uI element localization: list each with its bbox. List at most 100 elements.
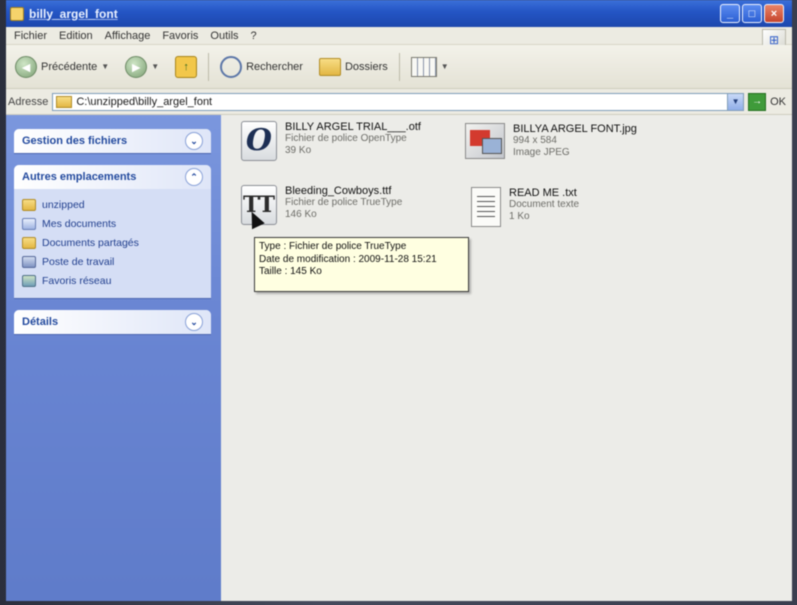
file-size: 1 Ko: [509, 211, 530, 222]
menu-fichier[interactable]: Fichier: [8, 30, 53, 42]
forward-button[interactable]: ► ▼: [120, 53, 164, 81]
details-panel: Détails ⌄: [14, 310, 211, 334]
chevron-down-icon: ▼: [101, 62, 110, 71]
details-header[interactable]: Détails ⌄: [14, 310, 211, 334]
place-poste-de-travail[interactable]: Poste de travail: [22, 252, 201, 271]
chevron-up-icon[interactable]: ⌃: [185, 168, 203, 186]
forward-arrow-icon: ►: [125, 55, 148, 78]
text-document-icon: [471, 187, 501, 227]
menu-help[interactable]: ?: [245, 30, 263, 42]
folder-icon: [56, 95, 73, 108]
computer-icon: [22, 255, 36, 268]
menu-bar: Fichier Edition Affichage Favoris Outils…: [6, 27, 792, 45]
file-type: Fichier de police TrueType: [285, 197, 403, 208]
other-places-header[interactable]: Autres emplacements ⌃: [14, 165, 211, 189]
toolbar: ◄ Précédente ▼ ► ▼ ↑ Rechercher Dossiers…: [6, 45, 792, 89]
search-label: Rechercher: [246, 60, 303, 73]
other-places-title: Autres emplacements: [22, 171, 137, 183]
toolbar-divider: [398, 52, 400, 81]
chevron-down-icon[interactable]: ⌄: [185, 132, 203, 150]
file-type: Document texte: [509, 199, 580, 210]
go-button[interactable]: OK: [766, 96, 792, 108]
file-name: BILLYA ARGEL FONT.jpg: [513, 123, 637, 135]
tooltip-type: Type : Fichier de police TrueType: [259, 241, 407, 252]
file-name: Bleeding_Cowboys.ttf: [285, 185, 392, 197]
file-item[interactable]: READ ME .txt Document texte 1 Ko: [471, 187, 579, 227]
views-button[interactable]: ▼: [406, 54, 454, 80]
folder-up-icon: ↑: [175, 55, 198, 78]
place-label: Mes documents: [42, 217, 117, 230]
opentype-font-icon: O: [241, 121, 277, 161]
place-label: Poste de travail: [42, 255, 115, 268]
place-label: Favoris réseau: [42, 274, 112, 287]
documents-icon: [22, 217, 36, 230]
back-label: Précédente: [41, 60, 98, 73]
file-size: 146 Ko: [285, 209, 317, 220]
menu-outils[interactable]: Outils: [204, 30, 244, 42]
title-bar[interactable]: billy_argel_font _ □ ×: [6, 0, 792, 27]
back-button[interactable]: ◄ Précédente ▼: [10, 53, 114, 81]
file-info: READ ME .txt Document texte 1 Ko: [509, 187, 579, 227]
other-places-list: unzipped Mes documents Documents partagé…: [14, 189, 211, 298]
folders-button[interactable]: Dossiers: [314, 55, 393, 79]
address-path: C:\unzipped\billy_argel_font: [76, 95, 213, 108]
file-info: BILLY ARGEL TRIAL___.otf Fichier de poli…: [285, 121, 421, 161]
file-info: BILLYA ARGEL FONT.jpg 994 x 584 Image JP…: [513, 123, 637, 159]
place-favoris-reseau[interactable]: Favoris réseau: [22, 271, 201, 290]
place-label: Documents partagés: [42, 236, 139, 249]
search-icon: [220, 55, 243, 78]
folders-icon: [318, 57, 341, 76]
file-tooltip: Type : Fichier de police TrueType Date d…: [254, 237, 469, 292]
views-icon: [410, 56, 437, 77]
window-title: billy_argel_font: [29, 6, 118, 21]
tooltip-modified: Date de modification : 2009-11-28 15:21: [259, 253, 437, 265]
chevron-down-icon: ▼: [440, 62, 449, 71]
file-item[interactable]: O BILLY ARGEL TRIAL___.otf Fichier de po…: [241, 121, 421, 161]
address-bar: Adresse C:\unzipped\billy_argel_font ▼ →…: [6, 89, 792, 115]
file-tasks-title: Gestion des fichiers: [22, 135, 128, 147]
explorer-window: billy_argel_font _ □ × Fichier Edition A…: [6, 0, 792, 601]
chevron-down-icon[interactable]: ⌄: [185, 313, 203, 331]
folder-icon: [10, 6, 24, 21]
place-documents-partages[interactable]: Documents partagés: [22, 233, 201, 252]
file-info: Bleeding_Cowboys.ttf Fichier de police T…: [285, 185, 402, 225]
menu-edition[interactable]: Edition: [53, 30, 99, 42]
search-button[interactable]: Rechercher: [215, 53, 308, 81]
address-dropdown-button[interactable]: ▼: [727, 93, 744, 110]
up-button[interactable]: ↑: [170, 53, 202, 81]
menu-affichage[interactable]: Affichage: [99, 30, 157, 42]
folder-icon: [22, 236, 36, 249]
jpeg-image-icon: [465, 123, 505, 159]
folder-icon: [22, 198, 36, 211]
close-button[interactable]: ×: [764, 4, 784, 23]
chevron-down-icon: ▼: [151, 62, 160, 71]
minimize-button[interactable]: _: [720, 4, 740, 23]
tooltip-size: Taille : 145 Ko: [259, 266, 322, 277]
file-size: 39 Ko: [285, 145, 312, 156]
file-item[interactable]: BILLYA ARGEL FONT.jpg 994 x 584 Image JP…: [465, 123, 637, 159]
network-icon: [22, 274, 36, 287]
address-label: Adresse: [8, 95, 49, 108]
place-mes-documents[interactable]: Mes documents: [22, 214, 201, 233]
place-unzipped[interactable]: unzipped: [22, 195, 201, 214]
window-controls: _ □ ×: [720, 4, 784, 23]
file-name: BILLY ARGEL TRIAL___.otf: [285, 121, 421, 133]
go-arrow-icon[interactable]: →: [748, 92, 767, 111]
menu-favoris[interactable]: Favoris: [156, 30, 204, 42]
file-name: READ ME .txt: [509, 187, 577, 199]
file-list-view: O BILLY ARGEL TRIAL___.otf Fichier de po…: [221, 115, 792, 601]
file-dimensions: 994 x 584: [513, 135, 557, 146]
toolbar-divider: [208, 52, 210, 81]
file-tasks-header[interactable]: Gestion des fichiers ⌄: [14, 129, 211, 153]
address-input[interactable]: C:\unzipped\billy_argel_font ▼: [52, 92, 745, 111]
file-tasks-panel: Gestion des fichiers ⌄: [14, 129, 211, 153]
task-pane: Gestion des fichiers ⌄ Autres emplacemen…: [6, 115, 221, 601]
file-type: Fichier de police OpenType: [285, 133, 407, 144]
details-title: Détails: [22, 316, 59, 328]
other-places-panel: Autres emplacements ⌃ unzipped Mes docum…: [14, 165, 211, 298]
back-arrow-icon: ◄: [15, 55, 37, 78]
file-item-hovered[interactable]: TT Bleeding_Cowboys.ttf Fichier de polic…: [241, 185, 402, 225]
maximize-button[interactable]: □: [742, 4, 762, 23]
folders-label: Dossiers: [344, 60, 388, 73]
file-type: Image JPEG: [513, 147, 570, 158]
